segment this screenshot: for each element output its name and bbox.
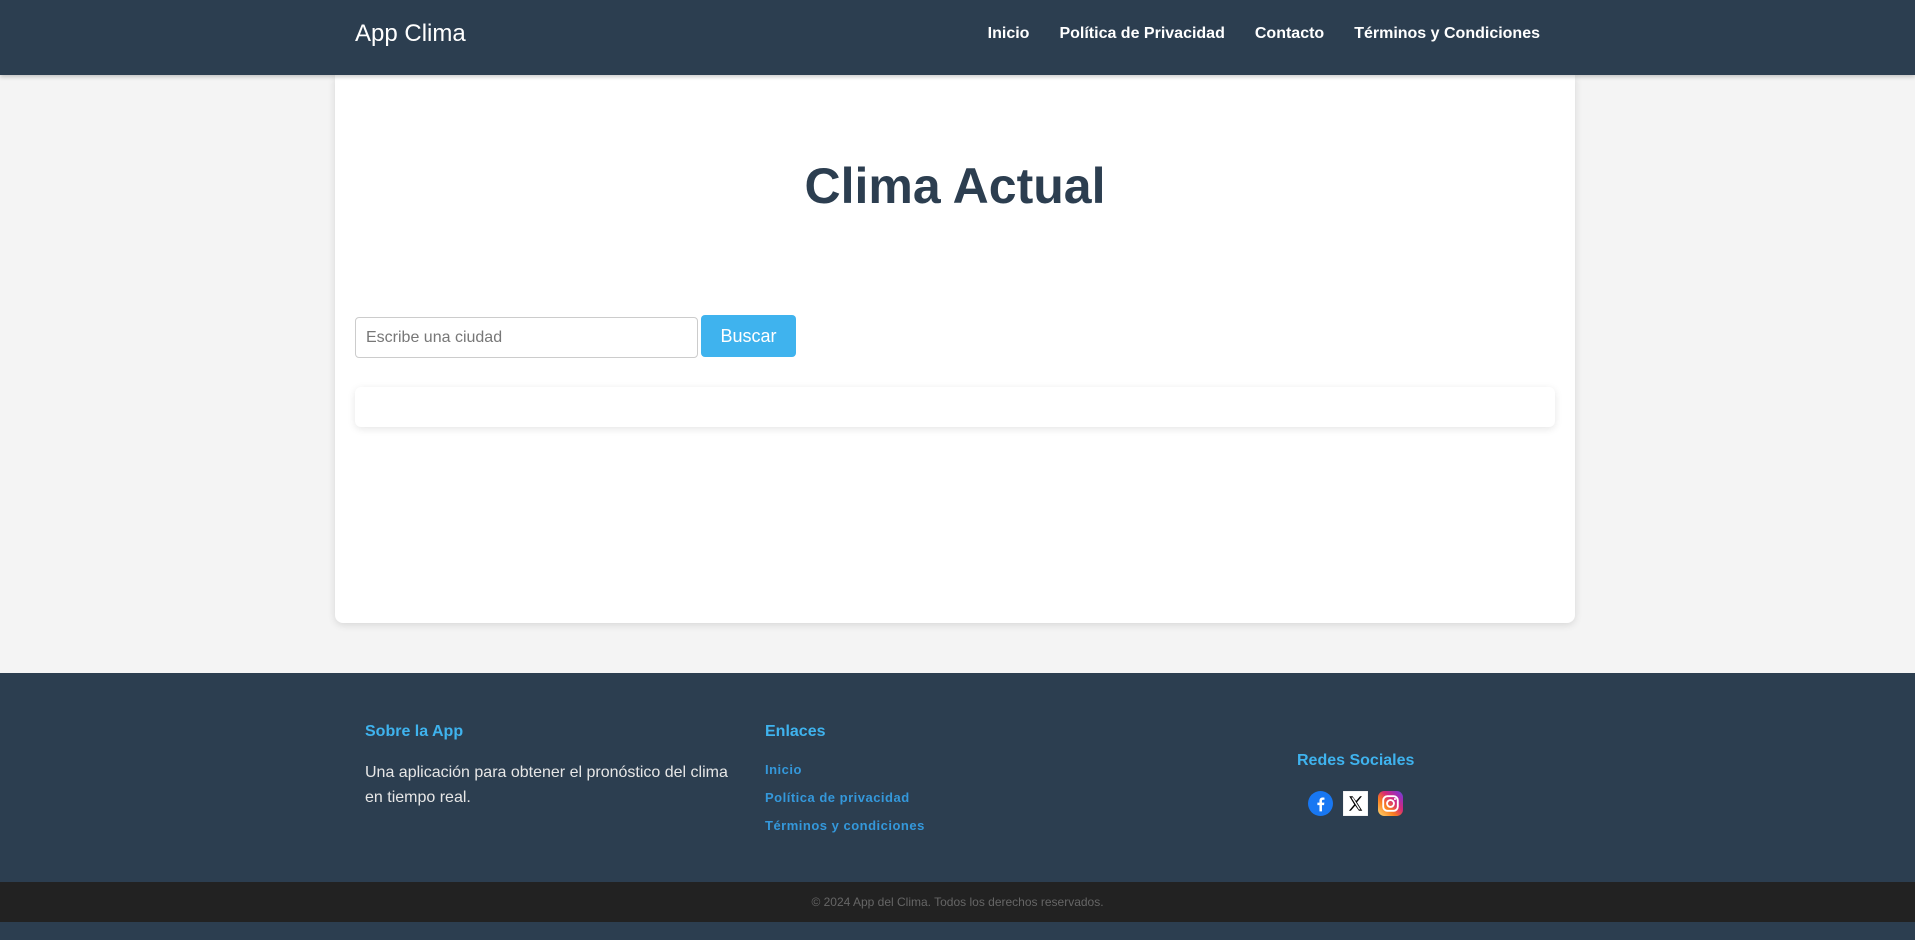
footer-social-heading: Redes Sociales bbox=[1297, 752, 1415, 769]
x-icon[interactable] bbox=[1343, 791, 1368, 816]
footer-about-text: Una aplicación para obtener el pronóstic… bbox=[365, 764, 728, 806]
weather-card: Clima Actual Buscar bbox=[335, 75, 1575, 623]
top-navbar: App Clima Inicio Política de Privacidad … bbox=[0, 0, 1915, 75]
nav-link-inicio[interactable]: Inicio bbox=[988, 25, 1030, 43]
copyright-bar: © 2024 App del Clima. Todos los derechos… bbox=[0, 882, 1915, 922]
copyright-text: © 2024 App del Clima. Todos los derechos… bbox=[811, 895, 1104, 909]
facebook-icon[interactable] bbox=[1308, 791, 1333, 816]
footer: Sobre la App Una aplicación para obtener… bbox=[0, 673, 1915, 882]
footer-link-privacidad[interactable]: Política de privacidad bbox=[765, 789, 925, 807]
footer-links-list: Inicio Política de privacidad Términos y… bbox=[765, 761, 925, 835]
footer-link-terminos[interactable]: Términos y condiciones bbox=[765, 817, 925, 835]
footer-links-heading: Enlaces bbox=[765, 723, 826, 740]
nav-link-terminos[interactable]: Términos y Condiciones bbox=[1354, 25, 1540, 43]
footer-about-heading: Sobre la App bbox=[365, 723, 464, 740]
social-icons bbox=[1308, 791, 1403, 816]
city-search-input[interactable] bbox=[355, 317, 698, 358]
brand-logo-link[interactable]: App Clima bbox=[355, 20, 466, 48]
instagram-icon[interactable] bbox=[1378, 791, 1403, 816]
nav-link-contacto[interactable]: Contacto bbox=[1255, 25, 1324, 43]
search-button[interactable]: Buscar bbox=[701, 315, 796, 357]
nav-link-privacidad[interactable]: Política de Privacidad bbox=[1059, 25, 1224, 43]
main-nav: Inicio Política de Privacidad Contacto T… bbox=[988, 25, 1540, 43]
footer-link-inicio[interactable]: Inicio bbox=[765, 761, 925, 779]
weather-result-panel bbox=[355, 387, 1555, 427]
page-title: Clima Actual bbox=[804, 158, 1106, 214]
